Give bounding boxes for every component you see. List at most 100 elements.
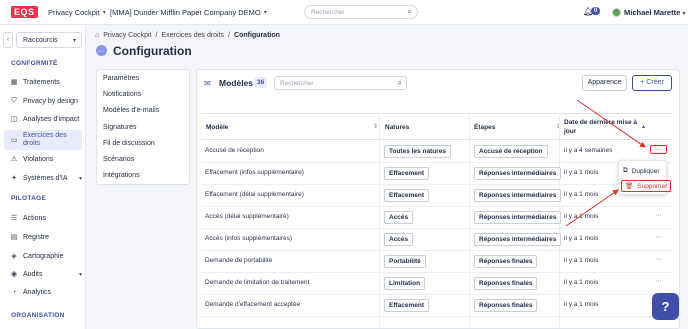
nature-chip: Effacement [384,167,430,180]
sidebar-item-privacy-by-design[interactable]: ⛉ Privacy by design [10,97,82,105]
sidebar-item-violations[interactable]: ⚠ Violations [10,155,82,164]
step-chip: Réponses finales [474,277,538,290]
sort-desc-icon[interactable]: ▴ [642,123,645,130]
nature-chip: Toutes les natures [384,145,451,158]
sidebar-item-exercices[interactable]: ▭ Exercices des droits [4,130,82,150]
sidebar-item-cartographie[interactable]: ◈ Cartographie [10,252,82,261]
page-title: Configuration [113,44,192,58]
settings-nav-item[interactable]: Intégrations [103,172,140,179]
avatar[interactable] [612,8,621,17]
table-row[interactable]: Effacement (infos supplémentaire) Efface… [201,163,672,185]
settings-nav-item[interactable]: Notifications [103,91,141,98]
nature-chip: Portabilité [384,255,426,268]
settings-nav-item[interactable]: Signatures [103,124,136,131]
grid-icon: ▦ [10,79,18,86]
settings-nav-item[interactable]: Scénarios [103,156,134,163]
chevron-down-icon: ▾ [78,175,82,182]
breadcrumb-item[interactable]: Exercices des droits [161,32,224,39]
table-row[interactable]: Effacement (délai supplémentaire) Efface… [201,185,672,207]
shortcuts-dropdown[interactable]: Raccourcis ▾ [16,32,82,48]
ai-icon: ✦ [11,175,17,182]
updated-date: il y a 1 mois [564,279,599,286]
table-row[interactable]: Demande de portabilité Portabilité Répon… [201,251,672,273]
breadcrumb-item[interactable]: Privacy Cockpit [103,32,151,39]
table-row[interactable]: Demande d'effacement acceptée Effacement… [201,295,672,317]
model-name: Accès (infos supplémentaires) [205,235,293,242]
chat-icon: … [96,45,107,56]
help-chat-button[interactable]: ? [652,293,679,320]
settings-nav-item-active[interactable]: Modèles d'e-mails [103,107,159,114]
sort-icon[interactable]: ⇕ [373,123,378,130]
updated-date: il y a 4 semaines [564,147,613,154]
nature-chip: Accès [384,233,414,246]
model-name: Accusé de réception [205,147,264,154]
create-button[interactable]: + Créer [632,75,672,91]
more-actions-button[interactable]: ··· [650,145,667,154]
sidebar-item-label: Actions [23,214,46,222]
more-actions-button[interactable]: ··· [655,212,662,219]
create-label: Créer [646,79,664,86]
settings-nav-item[interactable]: Paramètres [103,75,139,82]
product-switcher[interactable]: Privacy Cockpit ▾ [48,8,106,17]
sidebar-item-label: Exercices des droits [23,132,67,147]
column-header-natures[interactable]: Natures [385,124,409,131]
user-menu[interactable]: Michael Marette ▾ [624,8,685,17]
collapse-sidebar-button[interactable]: ‹ [3,32,13,48]
copy-icon: ⧉ [623,167,628,174]
updated-date: il y a 1 mois [564,235,599,242]
sidebar-item-registre[interactable]: ▤ Registre [10,233,82,242]
table-row[interactable]: Accès (délai supplémentaire) Accès Répon… [201,207,672,229]
menu-item-label: Dupliquer [631,167,660,175]
updated-date: il y a 1 mois [564,301,599,308]
sidebar: ‹ Raccourcis ▾ CONFORMITÉ ▦ Traitements ⛉ P… [0,25,86,329]
logo[interactable]: EQS [11,6,38,18]
model-name: Effacement (délai supplémentaire) [205,191,304,198]
search-placeholder: Rechercher [280,80,314,87]
appearance-button[interactable]: Apparence [582,75,627,91]
section-title: PILOTAGE [11,195,47,202]
plus-icon: + [640,79,645,86]
notification-badge: 0 [591,7,601,15]
step-chip: Réponses intermédiaires [474,233,562,246]
section-title: ORGANISATION [11,312,65,319]
updated-date: il y a 1 mois [564,257,599,264]
table-row[interactable]: Demande de limitation de traitement Limi… [201,273,672,295]
sidebar-item-analyses[interactable]: ◫ Analyses d'impact [10,115,82,124]
more-actions-button[interactable]: ··· [655,234,662,241]
sidebar-item-label: Privacy by design [23,97,78,105]
column-header-date[interactable]: Date de dernière mise à jour [564,118,639,136]
sidebar-item-label: Cartographie [23,252,64,260]
sidebar-item-label: Traitements [23,78,60,86]
product-label: Privacy Cockpit [48,8,100,17]
sidebar-item-label: Audits [23,270,43,278]
search-icon[interactable]: ⌕ [398,78,402,88]
chevron-down-icon: ▾ [78,271,82,278]
search-icon[interactable]: ⌕ [408,7,412,17]
table-row[interactable]: Accusé de réception Toutes les natures A… [201,141,672,163]
sidebar-item-ai[interactable]: ✦ Systèmes d'IA ▾ [10,174,82,183]
more-actions-button[interactable]: ··· [655,256,662,263]
duplicate-menu-item[interactable]: ⧉ Dupliquer [623,167,659,175]
company-switcher[interactable]: [MMA] Dunder Mifflin Paper Company DEMO ▾ [110,8,267,17]
model-name: Accès (délai supplémentaire) [205,213,289,220]
delete-menu-item[interactable]: 🗑︎ Supprimer [621,180,672,192]
table-row[interactable]: Accès (infos supplémentaires) Accès Répo… [201,229,672,251]
settings-nav-item[interactable]: Fil de discussion [103,140,155,147]
step-chip: Réponses intermédiaires [474,167,562,180]
step-chip: Accusé de réception [474,145,548,158]
sidebar-item-actions[interactable]: ☰ Actions [10,214,82,223]
models-search-input[interactable]: Rechercher ⌕ [274,76,407,90]
sidebar-item-audits[interactable]: ◉ Audits ▾ [10,270,82,279]
more-actions-button[interactable]: ··· [655,278,662,285]
top-bar: EQS Privacy Cockpit ▾ [MMA] Dunder Miffli… [0,0,688,25]
global-search-input[interactable]: Rechercher ⌕ [304,5,418,19]
column-header-steps[interactable]: Étapes [474,124,495,131]
sidebar-item-traitements[interactable]: ▦ Traitements [10,78,82,87]
home-icon[interactable]: ⌂ [95,32,99,39]
nature-chip: Effacement [384,189,430,202]
column-header-model[interactable]: Modèle [206,124,228,131]
chat-icon: ▭ [10,137,18,144]
sidebar-item-analytics[interactable]: ◔ Analytics [10,289,82,296]
chevron-down-icon: ▾ [682,11,686,17]
book-icon: ▤ [10,234,18,241]
